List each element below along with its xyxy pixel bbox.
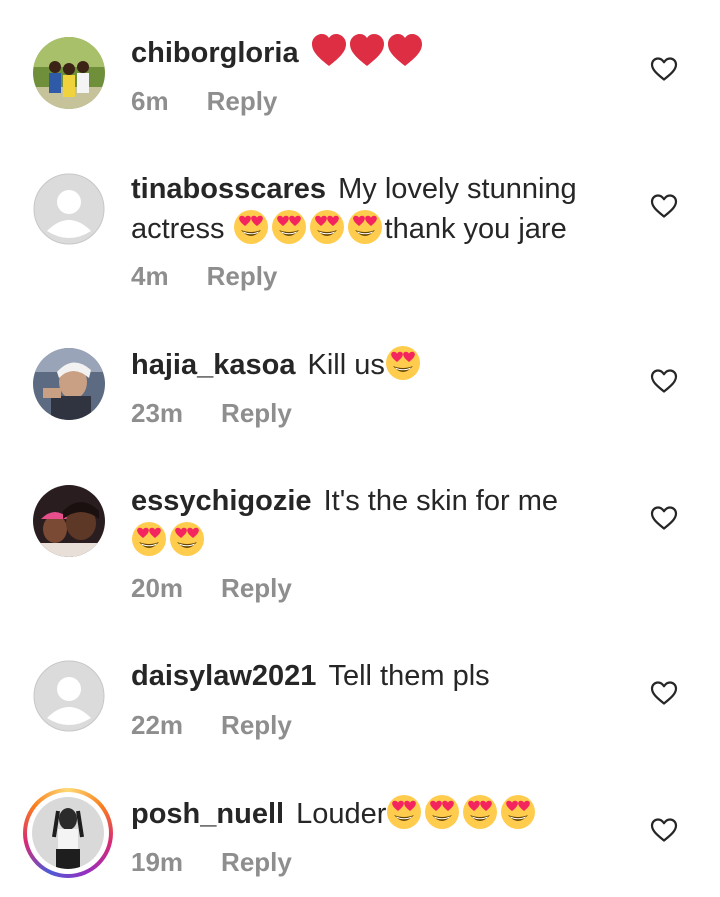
red-heart-emoji (349, 33, 385, 69)
reply-button[interactable]: Reply (221, 710, 292, 741)
heart-eyes-emoji (271, 209, 307, 245)
comment-username[interactable]: tinabosscares (131, 173, 334, 205)
heart-eyes-emoji (385, 345, 421, 381)
avatar (32, 797, 104, 869)
reply-button[interactable]: Reply (221, 573, 292, 604)
avatar[interactable] (33, 348, 105, 420)
default-avatar-icon[interactable] (33, 660, 105, 732)
comment-body: It's the skin for me (323, 485, 558, 517)
comment-text: chiborgloria (131, 33, 611, 73)
comment-text: tinabosscares My lovely stunning actress… (131, 170, 611, 249)
comment-text: posh_nuell Louder (131, 794, 611, 834)
comment-text: essychigozie It's the skin for me (131, 482, 611, 561)
like-heart-icon[interactable] (650, 192, 678, 220)
comment-body: Louder (296, 798, 387, 830)
reply-button[interactable]: Reply (207, 86, 278, 117)
comment-username[interactable]: essychigozie (131, 485, 320, 517)
comment-body: Tell them pls (328, 660, 490, 692)
comment-username[interactable]: hajia_kasoa (131, 349, 304, 381)
comment-body-end: thank you jare (384, 213, 567, 245)
like-heart-icon[interactable] (650, 55, 678, 83)
comment-username[interactable]: daisylaw2021 (131, 660, 324, 692)
comment-username[interactable]: posh_nuell (131, 798, 292, 830)
reply-button[interactable]: Reply (207, 261, 278, 292)
heart-eyes-emoji (424, 794, 460, 830)
like-heart-icon[interactable] (650, 679, 678, 707)
heart-eyes-emoji (169, 521, 205, 557)
comment-body: Kill us (307, 349, 385, 381)
heart-eyes-emoji (500, 794, 536, 830)
comment-time: 20m (131, 573, 184, 603)
comment-time: 4m (131, 261, 169, 291)
reply-button[interactable]: Reply (221, 398, 292, 429)
comment-text: hajia_kasoa Kill us (131, 345, 611, 385)
comment-meta: 19m Reply (131, 847, 292, 878)
comment-meta: 20m Reply (131, 573, 292, 604)
comment-meta: 6m Reply (131, 86, 277, 117)
comment-time: 22m (131, 710, 184, 740)
comment-meta: 4m Reply (131, 261, 277, 292)
heart-eyes-emoji (233, 209, 269, 245)
comment-time: 23m (131, 398, 184, 428)
like-heart-icon[interactable] (650, 816, 678, 844)
heart-eyes-emoji (309, 209, 345, 245)
heart-eyes-emoji (131, 521, 167, 557)
comment-text: daisylaw2021 Tell them pls (131, 657, 611, 696)
story-ring[interactable] (23, 788, 113, 878)
heart-eyes-emoji (386, 794, 422, 830)
avatar[interactable] (33, 37, 105, 109)
heart-eyes-emoji (462, 794, 498, 830)
like-heart-icon[interactable] (650, 367, 678, 395)
avatar[interactable] (33, 485, 105, 557)
red-heart-emoji (387, 33, 423, 69)
comment-time: 6m (131, 86, 169, 116)
default-avatar-icon[interactable] (33, 173, 105, 245)
comment-meta: 22m Reply (131, 710, 292, 741)
comment-time: 19m (131, 847, 184, 877)
reply-button[interactable]: Reply (221, 847, 292, 878)
red-heart-emoji (311, 33, 347, 69)
comment-username[interactable]: chiborgloria (131, 37, 307, 69)
heart-eyes-emoji (347, 209, 383, 245)
like-heart-icon[interactable] (650, 504, 678, 532)
comment-meta: 23m Reply (131, 398, 292, 429)
